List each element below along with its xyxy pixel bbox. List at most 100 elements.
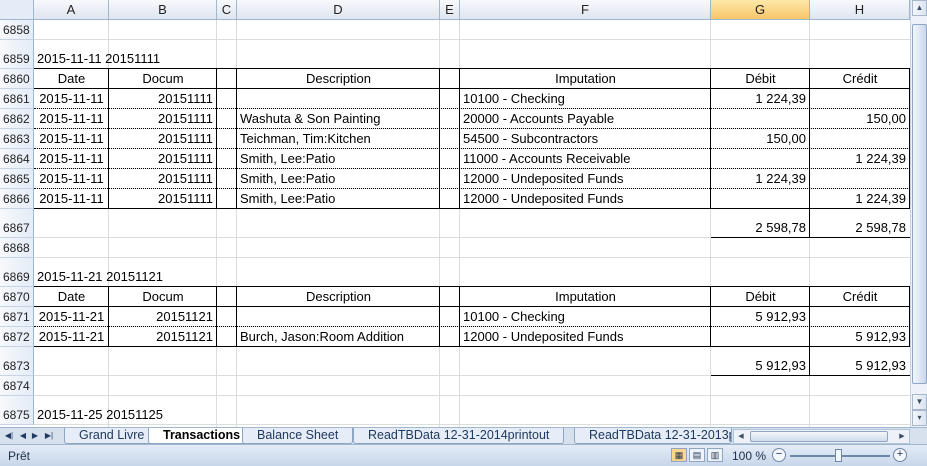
header-debit: Débit bbox=[745, 289, 776, 304]
entry-credit: 1 224,39 bbox=[855, 191, 906, 206]
entry-date: 2015-11-21 bbox=[38, 309, 105, 324]
row-header[interactable]: 6864 bbox=[0, 149, 34, 169]
entry-description: Smith, Lee:Patio bbox=[240, 171, 336, 186]
header-date: Date bbox=[57, 289, 86, 304]
row-header[interactable]: 6875 bbox=[0, 396, 34, 425]
page-layout-view-icon[interactable]: ▤ bbox=[689, 448, 705, 462]
entry-imputation: 12000 - Undeposited Funds bbox=[463, 191, 624, 206]
tab-readtbdata-2013[interactable]: ReadTBData 12-31-2013p bbox=[574, 428, 732, 444]
section-heading: 2015-11-11 20151111 bbox=[37, 51, 161, 66]
entry-debit: 1 224,39 bbox=[755, 171, 806, 186]
first-sheet-icon[interactable]: ◀| bbox=[4, 429, 14, 443]
scroll-down-icon[interactable]: ▼ bbox=[912, 394, 927, 410]
zoom-out-icon[interactable]: − bbox=[772, 448, 786, 462]
header-debit: Débit bbox=[745, 71, 776, 86]
normal-view-icon[interactable]: ▦ bbox=[671, 448, 687, 462]
sheet-tab-bar: ◀| ◀ ▶ ▶| Grand Livre Transactions Balan… bbox=[0, 427, 927, 444]
tab-balance-sheet[interactable]: Balance Sheet bbox=[242, 428, 354, 444]
section-heading: 2015-11-21 20151121 bbox=[37, 269, 164, 284]
row-header[interactable]: 6869 bbox=[0, 258, 34, 287]
prev-sheet-icon[interactable]: ◀ bbox=[18, 429, 28, 443]
row-header[interactable]: 6858 bbox=[0, 20, 34, 40]
row-header[interactable]: 6863 bbox=[0, 129, 34, 149]
scroll-left-icon[interactable]: ◀ bbox=[734, 430, 748, 443]
scroll-right-icon[interactable]: ▶ bbox=[895, 430, 909, 443]
total-debit: 5 912,93 bbox=[755, 358, 806, 373]
row-header[interactable]: 6866 bbox=[0, 189, 34, 209]
entry-document: 20151111 bbox=[158, 91, 213, 106]
row-header[interactable]: 6873 bbox=[0, 347, 34, 376]
entry-credit: 5 912,93 bbox=[855, 329, 906, 344]
header-description: Description bbox=[305, 71, 372, 86]
entry-date: 2015-11-21 bbox=[38, 329, 105, 344]
column-header-c[interactable]: C bbox=[217, 0, 237, 20]
row-header[interactable]: 6872 bbox=[0, 327, 34, 347]
row-header[interactable]: 6867 bbox=[0, 209, 34, 238]
last-sheet-icon[interactable]: ▶| bbox=[44, 429, 54, 443]
entry-imputation: 54500 - Subcontractors bbox=[463, 131, 599, 146]
entry-document: 20151111 bbox=[158, 131, 213, 146]
tab-grand-livre[interactable]: Grand Livre bbox=[64, 428, 160, 444]
row-header[interactable]: 6874 bbox=[0, 376, 34, 396]
entry-imputation: 20000 - Accounts Payable bbox=[463, 111, 615, 126]
entry-date: 2015-11-11 bbox=[39, 191, 104, 206]
entry-document: 20151121 bbox=[156, 309, 213, 324]
row-header[interactable]: 6871 bbox=[0, 307, 34, 327]
entry-date: 2015-11-11 bbox=[39, 91, 104, 106]
column-header-d[interactable]: D bbox=[237, 0, 440, 20]
column-header-b[interactable]: B bbox=[109, 0, 217, 20]
entry-credit: 150,00 bbox=[866, 111, 906, 126]
entry-date: 2015-11-11 bbox=[39, 111, 104, 126]
row-header[interactable]: 6870 bbox=[0, 287, 34, 307]
column-header-h[interactable]: H bbox=[810, 0, 910, 20]
row-header[interactable]: 6865 bbox=[0, 169, 34, 189]
horizontal-scroll-thumb[interactable] bbox=[750, 431, 888, 442]
total-credit: 5 912,93 bbox=[855, 358, 906, 373]
vertical-scroll-thumb[interactable] bbox=[912, 24, 927, 384]
zoom-level[interactable]: 100 % bbox=[732, 449, 766, 463]
header-imputation: Imputation bbox=[555, 71, 616, 86]
column-header-f[interactable]: F bbox=[460, 0, 711, 20]
zoom-slider-thumb[interactable] bbox=[835, 449, 842, 462]
entry-description: Smith, Lee:Patio bbox=[240, 151, 336, 166]
page-break-view-icon[interactable]: ▥ bbox=[707, 448, 723, 462]
entry-document: 20151121 bbox=[156, 329, 213, 344]
row-header[interactable]: 6868 bbox=[0, 238, 34, 258]
header-document: Docum bbox=[142, 289, 184, 304]
header-date: Date bbox=[57, 71, 86, 86]
entry-credit: 1 224,39 bbox=[855, 151, 906, 166]
tab-readtbdata-2014[interactable]: ReadTBData 12-31-2014printout bbox=[353, 428, 565, 444]
entry-imputation: 10100 - Checking bbox=[463, 91, 565, 106]
total-debit: 2 598,78 bbox=[755, 220, 806, 235]
row-header[interactable]: 6862 bbox=[0, 109, 34, 129]
header-credit: Crédit bbox=[842, 71, 878, 86]
entry-document: 20151111 bbox=[158, 191, 213, 206]
spreadsheet-grid[interactable]: ABCDEFGH 6858 6859 6860 6861 6862 6863 6864 686… bbox=[0, 0, 910, 427]
column-header-e[interactable]: E bbox=[440, 0, 460, 20]
entry-debit: 150,00 bbox=[766, 131, 806, 146]
zoom-in-icon[interactable]: + bbox=[893, 448, 907, 462]
row-header[interactable]: 6860 bbox=[0, 69, 34, 89]
scroll-up-icon[interactable]: ▲ bbox=[912, 0, 927, 16]
header-credit: Crédit bbox=[842, 289, 878, 304]
split-box-icon[interactable]: ▾ bbox=[912, 410, 927, 426]
horizontal-scrollbar[interactable]: ◀ ▶ bbox=[733, 429, 910, 444]
entry-description: Burch, Jason:Room Addition bbox=[240, 329, 405, 344]
row-header[interactable]: 6861 bbox=[0, 89, 34, 109]
entry-document: 20151111 bbox=[158, 151, 213, 166]
entry-debit: 5 912,93 bbox=[755, 309, 806, 324]
column-header-g[interactable]: G bbox=[711, 0, 810, 20]
next-sheet-icon[interactable]: ▶ bbox=[30, 429, 40, 443]
select-all-corner[interactable] bbox=[0, 0, 34, 20]
row-header[interactable]: 6859 bbox=[0, 40, 34, 69]
column-header-a[interactable]: A bbox=[34, 0, 109, 20]
tab-transactions[interactable]: Transactions bbox=[148, 428, 256, 444]
entry-date: 2015-11-11 bbox=[39, 171, 104, 186]
vertical-scrollbar[interactable]: ▲ ▼ ▾ bbox=[910, 0, 927, 427]
entry-imputation: 11000 - Accounts Receivable bbox=[463, 151, 631, 166]
header-imputation: Imputation bbox=[555, 289, 616, 304]
header-document: Docum bbox=[142, 71, 184, 86]
section-heading: 2015-11-25 20151125 bbox=[37, 407, 164, 422]
entry-date: 2015-11-11 bbox=[39, 151, 104, 166]
entry-description: Washuta & Son Painting bbox=[240, 111, 381, 126]
